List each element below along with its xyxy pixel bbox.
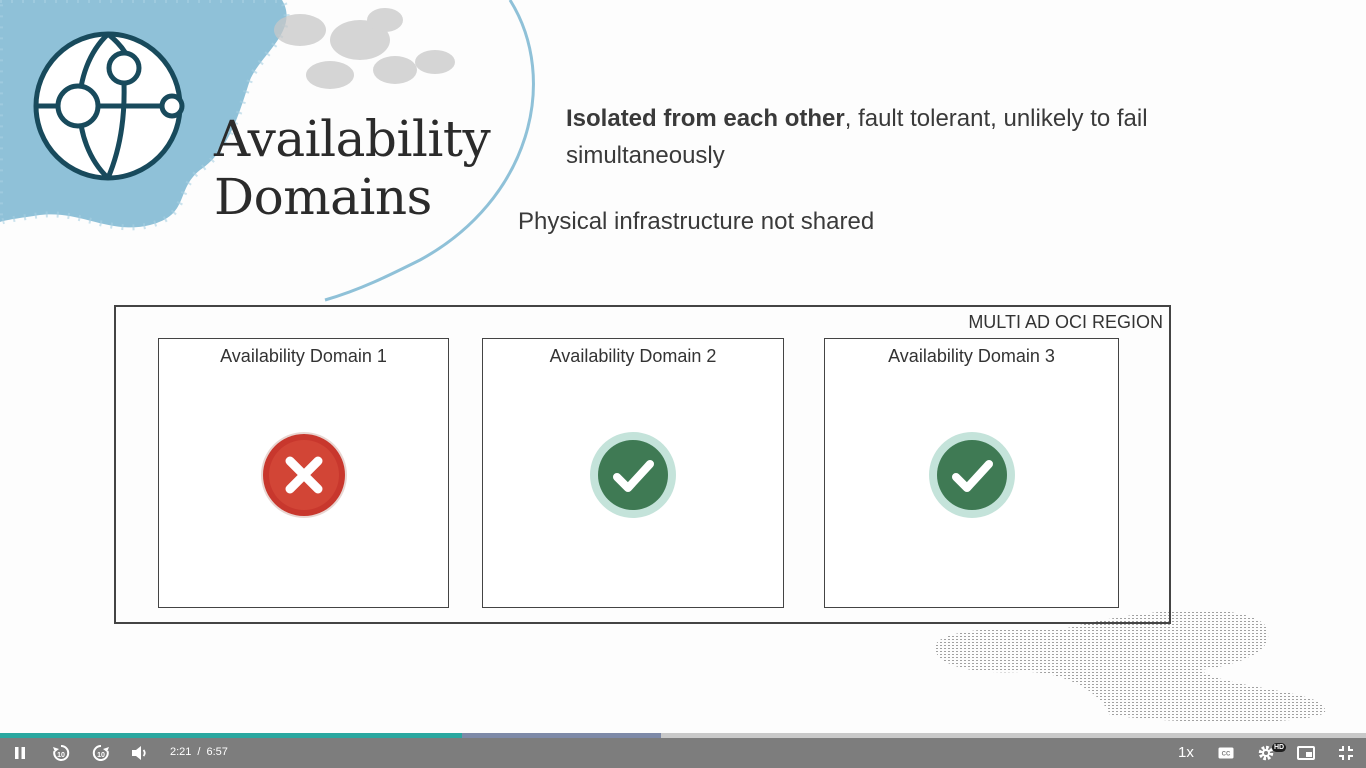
rewind-10-button[interactable]: 10 <box>48 741 74 765</box>
title-line-2: Domains <box>214 168 432 226</box>
title-line-1: Availability <box>214 110 491 168</box>
slide: Availability Domains Isolated from each … <box>0 0 1366 733</box>
availability-domain-3: Availability Domain 3 <box>824 338 1119 608</box>
exit-fullscreen-icon <box>1339 746 1353 760</box>
time-separator: / <box>197 746 201 758</box>
time-display: 2:21 / 6:57 <box>170 746 228 758</box>
captions-icon: CC <box>1218 747 1234 759</box>
availability-domain-2: Availability Domain 2 <box>482 338 784 608</box>
svg-text:10: 10 <box>57 752 65 759</box>
exit-fullscreen-button[interactable] <box>1333 741 1359 765</box>
volume-icon <box>132 746 146 760</box>
hd-badge: HD <box>1272 743 1287 752</box>
check-circle-icon <box>590 432 676 518</box>
duration: 6:57 <box>206 746 228 758</box>
check-circle-icon <box>928 432 1015 518</box>
bullet-isolated-bold: Isolated from each other <box>566 105 845 132</box>
svg-text:CC: CC <box>1222 752 1231 758</box>
x-circle-icon <box>260 432 347 518</box>
domain-label: Availability Domain 3 <box>888 346 1055 366</box>
region-box: MULTI AD OCI REGION Availability Domain … <box>114 305 1171 624</box>
playback-speed-button[interactable]: 1x <box>1178 744 1194 761</box>
volume-button[interactable] <box>127 741 153 765</box>
picture-in-picture-button[interactable] <box>1293 741 1319 765</box>
bullet-physical: Physical infrastructure not shared <box>518 208 875 235</box>
pause-button[interactable] <box>7 741 33 765</box>
rewind-10-icon: 10 <box>53 744 70 761</box>
domain-label: Availability Domain 2 <box>549 346 717 366</box>
picture-in-picture-icon <box>1297 746 1315 760</box>
pause-icon <box>15 747 25 759</box>
forward-10-icon: 10 <box>92 744 109 761</box>
forward-10-button[interactable]: 10 <box>88 741 114 765</box>
svg-text:10: 10 <box>97 752 105 759</box>
availability-domain-1: Availability Domain 1 <box>158 338 449 608</box>
slide-title: Availability Domains <box>214 110 491 226</box>
domain-label: Availability Domain 1 <box>220 346 387 366</box>
current-time: 2:21 <box>170 746 192 758</box>
captions-button[interactable]: CC <box>1213 741 1239 765</box>
globe-network-icon <box>33 31 185 181</box>
player-controls: 10 10 2:21 / 6:57 1x CC HD <box>0 738 1366 768</box>
bullet-isolated: Isolated from each other, fault tolerant… <box>566 100 1266 174</box>
region-label: MULTI AD OCI REGION <box>968 312 1163 332</box>
